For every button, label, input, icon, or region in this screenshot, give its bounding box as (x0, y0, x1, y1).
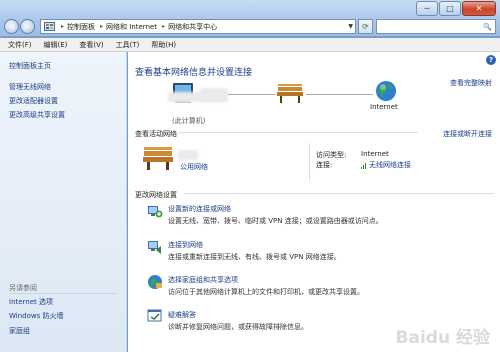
search-input[interactable]: 🔍 (376, 19, 496, 34)
minimize-button[interactable]: ─ (416, 1, 438, 16)
connect-network-icon (148, 241, 161, 254)
see-also-heading: 另请参阅 (9, 284, 37, 292)
sidebar-item-control-panel-home[interactable]: 控制面板主页 (9, 61, 51, 71)
connection-label: 连接: (316, 161, 333, 169)
connection-line (228, 94, 276, 95)
watermark: Baidu 经验 (395, 328, 490, 348)
connect-to-network-desc: 连接或重新连接到无线、有线、拨号或 VPN 网络连接。 (168, 253, 341, 261)
network-category-link[interactable]: 公用网络 (180, 162, 208, 172)
troubleshoot-desc: 诊断并修复网络问题，或获得故障排除信息。 (168, 323, 308, 331)
menu-bar: 文件(F) 编辑(E) 查看(V) 工具(T) 帮助(H) (0, 38, 500, 52)
divider (184, 193, 494, 194)
close-button[interactable]: ✕ (462, 1, 496, 16)
this-computer-label: (此计算机) (172, 117, 206, 125)
window-titlebar: ─ □ ✕ ◀ ▶ ▸ 控制面板 ▸ 网络和 Internet ▸ 网络和共享中… (0, 0, 500, 37)
window-controls: ─ □ ✕ (415, 1, 496, 16)
control-panel-icon (44, 21, 55, 31)
access-type-label: 访问类型: (316, 151, 347, 159)
sidebar-item-adapter-settings[interactable]: 更改适配器设置 (9, 96, 58, 106)
address-bar[interactable]: ▸ 控制面板 ▸ 网络和 Internet ▸ 网络和共享中心 ▼ (40, 19, 356, 34)
active-networks-heading: 查看活动网络 (135, 130, 177, 138)
menu-help[interactable]: 帮助(H) (151, 40, 176, 50)
sidebar-item-internet-options[interactable]: Internet 选项 (9, 297, 53, 307)
new-connection-icon (148, 206, 163, 218)
wireless-connection-link[interactable]: 无线网络连接 (361, 160, 411, 170)
back-button[interactable]: ◀ (4, 19, 19, 34)
setup-connection-desc: 设置无线、宽带、拨号、临时或 VPN 连接；或设置路由器或访问点。 (168, 217, 383, 225)
refresh-button[interactable]: ⟳ (358, 19, 373, 34)
sidebar-item-homegroup[interactable]: 家庭组 (9, 326, 30, 336)
connect-disconnect-link[interactable]: 连接或断开连接 (443, 129, 492, 139)
nav-buttons: ◀ ▶ (4, 19, 35, 34)
access-type-value: Internet (361, 150, 389, 158)
sidebar-item-advanced-sharing[interactable]: 更改高级共享设置 (9, 110, 65, 120)
divider (178, 132, 418, 133)
change-settings-heading: 更改网络设置 (135, 191, 177, 199)
maximize-button[interactable]: □ (439, 1, 461, 16)
breadcrumb-separator: ▸ (100, 23, 104, 30)
sidebar-item-windows-firewall[interactable]: Windows 防火墙 (9, 311, 63, 321)
bench-network-icon (277, 84, 303, 103)
help-icon[interactable]: ? (486, 55, 496, 65)
troubleshoot-link[interactable]: 疑难解答 (168, 310, 196, 320)
main-content: ? 查看基本网络信息并设置连接 查看完整映射 (此计算机) Internet 查… (128, 52, 500, 352)
breadcrumb-separator: ▸ (162, 23, 166, 30)
connection-line (306, 94, 373, 95)
menu-tools[interactable]: 工具(T) (116, 40, 140, 50)
divider (309, 143, 310, 181)
sidebar-item-manage-wireless[interactable]: 管理无线网络 (9, 82, 51, 92)
homegroup-icon (148, 275, 162, 289)
menu-edit[interactable]: 编辑(E) (44, 40, 68, 50)
setup-connection-link[interactable]: 设置新的连接或网络 (168, 204, 231, 214)
forward-button[interactable]: ▶ (20, 19, 35, 34)
redacted-name (200, 88, 228, 102)
breadcrumb-control-panel[interactable]: 控制面板 (67, 22, 95, 32)
wifi-signal-icon (361, 162, 366, 169)
menu-view[interactable]: 查看(V) (79, 40, 103, 50)
breadcrumb-separator: ▸ (61, 23, 65, 30)
chevron-down-icon[interactable]: ▼ (348, 23, 353, 30)
bench-network-icon (143, 147, 173, 170)
connect-to-network-link[interactable]: 连接到网络 (168, 240, 203, 250)
internet-globe-icon (376, 81, 396, 101)
homegroup-sharing-desc: 访问位于其他网络计算机上的文件和打印机，或更改共享设置。 (168, 288, 364, 296)
menu-file[interactable]: 文件(F) (8, 40, 32, 50)
sidebar: 控制面板主页 管理无线网络 更改适配器设置 更改高级共享设置 另请参阅 Inte… (0, 52, 127, 352)
breadcrumb-network-internet[interactable]: 网络和 Internet (106, 22, 157, 32)
breadcrumb-network-sharing-center[interactable]: 网络和共享中心 (168, 22, 217, 32)
redacted-name (178, 150, 198, 160)
homegroup-sharing-link[interactable]: 选择家庭组和共享选项 (168, 275, 238, 285)
internet-label: Internet (370, 103, 398, 111)
view-full-map-link[interactable]: 查看完整映射 (450, 78, 492, 88)
page-title: 查看基本网络信息并设置连接 (135, 68, 253, 78)
search-icon: 🔍 (483, 22, 492, 31)
connection-value[interactable]: 无线网络连接 (369, 160, 411, 170)
divider (9, 293, 117, 294)
troubleshoot-icon (147, 309, 162, 322)
